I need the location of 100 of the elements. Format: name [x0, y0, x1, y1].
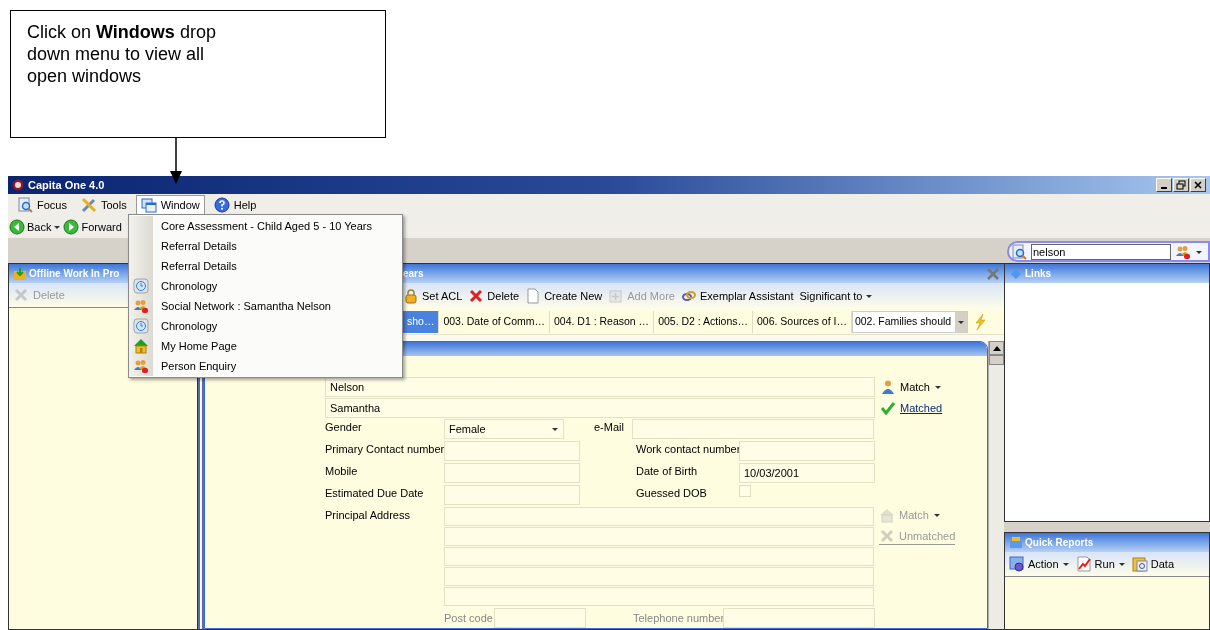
nav-button[interactable]: Back [9, 218, 62, 236]
up-arrow-icon[interactable] [992, 345, 1001, 351]
menu-item[interactable]: Tools [75, 194, 132, 216]
field-label: e-Mail [594, 420, 625, 435]
check-icon [880, 400, 896, 416]
nav-button[interactable]: Forward [63, 218, 122, 236]
caret-icon [932, 511, 941, 520]
scrollbar[interactable] [988, 341, 1004, 629]
people-icon [1175, 243, 1191, 260]
input-field[interactable]: 10/03/2001 [739, 463, 875, 483]
field-label: Post code [444, 610, 494, 626]
restore-button[interactable] [1173, 178, 1189, 192]
input-field[interactable] [632, 419, 874, 439]
chain-icon [680, 288, 697, 304]
matched-link[interactable]: Matched [880, 399, 943, 417]
input-field[interactable] [444, 567, 874, 586]
panel-title: Links [1025, 267, 1052, 281]
restore-icon [1176, 180, 1186, 190]
menu-entry[interactable]: Chronology [129, 276, 402, 296]
panel-title: ears [403, 267, 424, 281]
input-field[interactable] [444, 547, 874, 566]
input-field[interactable]: Samantha [325, 398, 875, 418]
toolbar-button[interactable]: Data [1131, 555, 1174, 573]
menu-entry[interactable]: Referral Details [129, 256, 402, 276]
input-field[interactable] [444, 587, 874, 606]
clock-icon [133, 318, 149, 334]
menu-entry[interactable]: Person Enquiry [129, 356, 402, 376]
lock-icon [403, 288, 419, 304]
field-label: Guessed DOB [636, 486, 708, 501]
menu-item[interactable]: Help [208, 194, 262, 216]
caret-icon [551, 425, 559, 433]
toolbar-button[interactable]: Exemplar Assistant [680, 287, 794, 305]
tab-dropdown[interactable]: 002. Families should [851, 310, 968, 333]
printer-icon [1009, 535, 1023, 550]
input-field[interactable] [494, 608, 586, 628]
minimize-button[interactable] [1156, 178, 1172, 192]
panel-title: Offline Work In Pro [29, 267, 120, 281]
input-field[interactable] [444, 485, 580, 505]
caret-icon [1117, 560, 1126, 568]
magnifier-icon [17, 197, 33, 213]
scrollbar-thumb[interactable] [989, 355, 1004, 365]
toolbar-button[interactable]: Action [1009, 555, 1070, 573]
people-icon [133, 358, 149, 374]
search-field[interactable]: nelson [1007, 241, 1210, 262]
window-title: Capita One 4.0 [28, 177, 105, 193]
input-field[interactable] [739, 441, 875, 461]
field-label: Principal Address [325, 508, 411, 523]
field-label: Work contact number [636, 442, 739, 457]
menu-entry[interactable]: Social Network : Samantha Nelson [129, 296, 402, 316]
checkbox[interactable] [739, 485, 751, 497]
callout-text: Click on Windows drop down menu to view all open windows [27, 21, 217, 87]
caret-icon [53, 223, 62, 231]
toolbar-button[interactable]: Create New [525, 287, 603, 305]
clock-icon [133, 278, 149, 294]
field-label: Mobile [325, 464, 359, 479]
menu-item[interactable]: Focus [12, 194, 72, 216]
toolbar-button[interactable]: Significant to [799, 287, 874, 305]
home-icon [133, 338, 149, 354]
menu-entry[interactable]: Core Assessment - Child Aged 5 - 10 Years [129, 216, 402, 236]
chart-icon [1075, 556, 1092, 572]
input-field[interactable] [444, 527, 874, 546]
input-field[interactable] [444, 507, 874, 526]
menu-item[interactable]: Window [135, 194, 205, 216]
magnifier-icon [1011, 243, 1027, 260]
input-field[interactable] [444, 463, 580, 483]
menu-entry[interactable]: Chronology [129, 316, 402, 336]
menu-entry[interactable]: Referral Details [129, 236, 402, 256]
people-icon [133, 298, 149, 314]
tab[interactable]: sho… [403, 310, 440, 333]
download-icon [13, 266, 27, 281]
match-button[interactable]: Match [880, 378, 942, 396]
input-field[interactable] [723, 608, 875, 628]
status-label: Unmatched [879, 527, 956, 545]
input-field[interactable] [444, 441, 580, 461]
windows-icon [140, 197, 157, 214]
delete-icon [879, 527, 895, 544]
house-icon [879, 507, 895, 524]
caret-icon [865, 292, 874, 300]
toolbar-button[interactable]: Set ACL [403, 287, 463, 305]
delete-icon [13, 287, 29, 303]
field-label: Gender [325, 420, 363, 435]
menu-entry[interactable]: My Home Page [129, 336, 402, 356]
toolbar-button[interactable]: Run [1075, 555, 1126, 573]
panel-title: Quick Reports [1025, 536, 1094, 550]
add-icon [608, 288, 625, 304]
field-label: Telephone number [633, 610, 723, 626]
gender-dropdown[interactable]: Female [444, 419, 564, 439]
close-button[interactable] [1190, 178, 1206, 192]
field-label: Primary Contact number [325, 442, 444, 457]
toolbar-button[interactable]: Delete [468, 287, 520, 305]
input-field[interactable]: Nelson [325, 377, 875, 397]
field-label: Date of Birth [636, 464, 699, 479]
app-icon [12, 179, 24, 191]
document-icon [525, 288, 542, 304]
field-label: Estimated Due Date [325, 486, 425, 501]
close-icon [1193, 180, 1203, 190]
delete-icon [468, 288, 485, 304]
minimize-icon [1161, 187, 1167, 189]
close-icon[interactable] [986, 266, 1000, 281]
caret-icon [1061, 560, 1070, 568]
